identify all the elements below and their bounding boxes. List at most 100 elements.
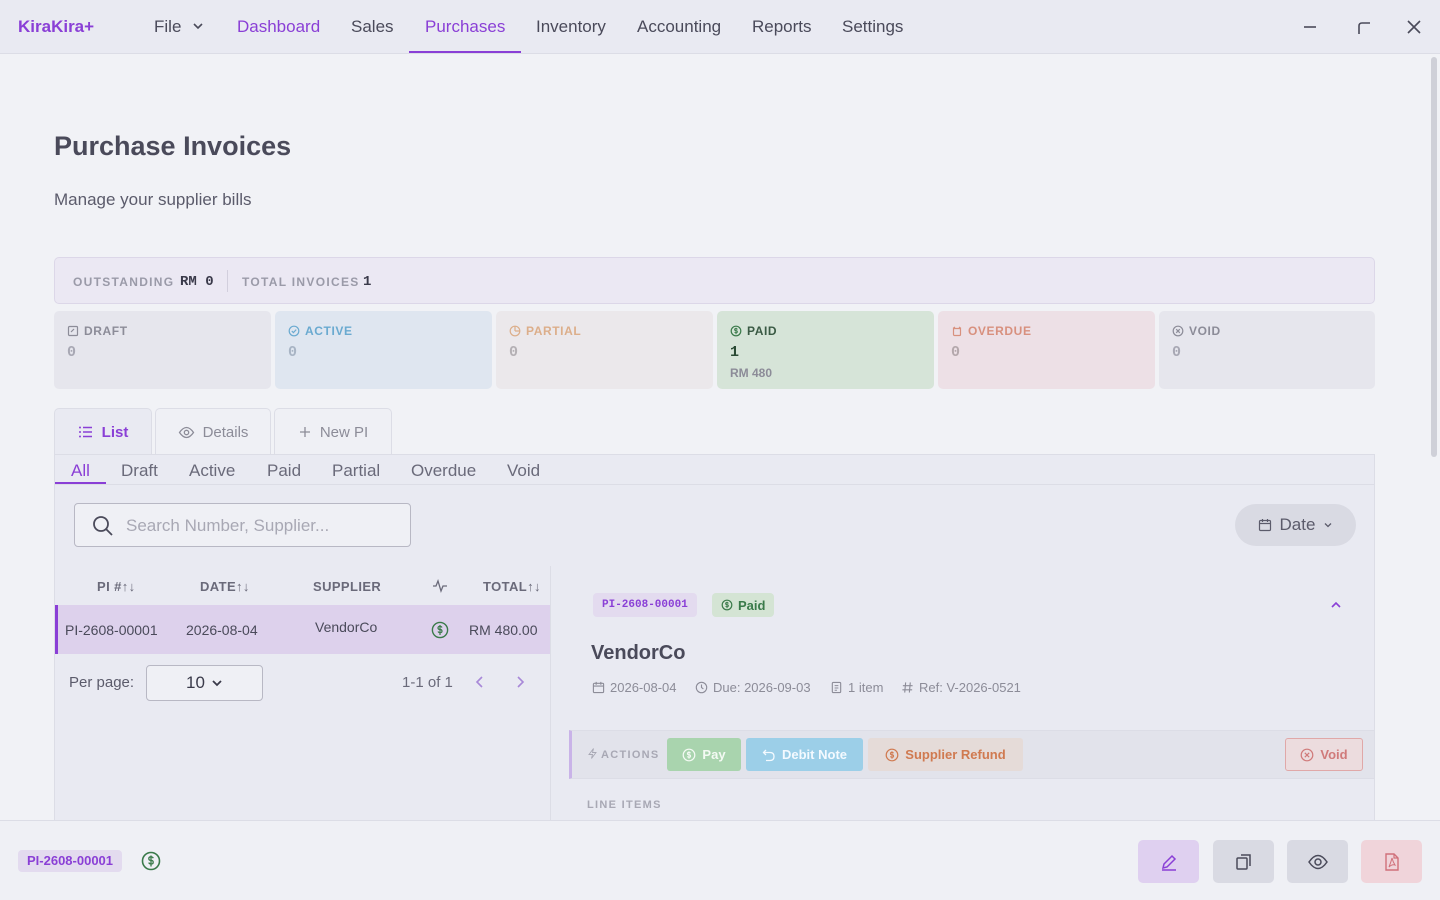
filter-tab-draft[interactable]: Draft [121,461,158,481]
clock-icon [695,681,708,694]
paid-amount: RM 480 [730,366,773,380]
pay-button-label: Pay [702,747,726,762]
tab-new-pi[interactable]: New PI [274,408,392,455]
page-scrollbar[interactable] [1431,57,1437,457]
file-menu[interactable]: File [154,17,204,37]
document-icon [831,681,842,694]
actions-label-text: ACTIONS [600,749,660,761]
chevron-left-icon[interactable] [473,674,487,690]
filter-tab-active[interactable]: Active [189,461,235,481]
per-page-label: Per page: [69,674,135,691]
supplier-refund-button[interactable]: Supplier Refund [868,738,1023,771]
duplicate-button[interactable] [1213,840,1274,883]
actions-label: ACTIONS [588,748,660,761]
filter-tab-overdue[interactable]: Overdue [411,461,476,481]
actions-bar: ACTIONS Pay Debit Note Supplier Refund V… [569,730,1374,779]
status-card-partial[interactable]: PARTIAL 0 [496,311,713,389]
status-card-active[interactable]: ACTIVE 0 [275,311,492,389]
active-label: ACTIVE [305,324,353,338]
dollar-circle-icon [141,851,161,871]
restore-icon[interactable] [1352,16,1374,38]
check-circle-icon [288,325,300,337]
draft-count: 0 [67,344,77,361]
column-header-total[interactable]: TOTAL↑↓ [483,579,541,594]
activity-icon [433,579,447,593]
detail-due: Due: 2026-09-03 [695,680,811,695]
detail-due-value: Due: 2026-09-03 [713,680,811,695]
hash-icon [902,682,913,693]
preview-button[interactable] [1287,840,1348,883]
column-header-pi[interactable]: PI #↑↓ [97,579,136,594]
minimize-icon[interactable] [1299,16,1321,38]
nav-inventory[interactable]: Inventory [536,17,606,37]
chevron-down-icon [1324,523,1332,528]
filter-row-divider [55,484,1374,485]
void-label: VOID [1189,324,1221,338]
total-invoices-value: 1 [363,274,372,290]
eye-icon [1307,854,1328,869]
nav-sales[interactable]: Sales [351,17,394,37]
void-label-wrap: VOID [1172,324,1221,338]
nav-reports[interactable]: Reports [752,17,812,37]
per-page-value: 10 [186,673,205,692]
nav-settings[interactable]: Settings [842,17,903,37]
status-card-overdue[interactable]: OVERDUE 0 [938,311,1155,389]
detail-ref-value: Ref: V-2026-0521 [919,680,1021,695]
tab-list[interactable]: List [54,408,152,455]
dollar-circle-icon [431,621,449,639]
date-filter-button[interactable]: Date [1235,504,1356,546]
summary-bar: OUTSTANDING RM 0 TOTAL INVOICES 1 [54,257,1375,304]
alarm-icon [952,326,962,337]
status-card-void[interactable]: VOID 0 [1159,311,1375,389]
filter-tab-void[interactable]: Void [507,461,540,481]
copy-icon [1235,853,1251,870]
draft-label: DRAFT [84,324,128,338]
detail-ref: Ref: V-2026-0521 [901,680,1021,695]
calendar-icon [592,681,605,694]
status-badge-label: Paid [738,597,766,613]
nav-accounting[interactable]: Accounting [637,17,721,37]
filter-tab-all[interactable]: All [71,461,90,481]
page-title: Purchase Invoices [54,131,292,161]
dollar-circle-icon [730,325,742,337]
row-pi-number: PI-2608-00001 [65,622,158,638]
edit-button[interactable] [1138,840,1199,883]
pay-button[interactable]: Pay [667,738,741,771]
row-total: RM 480.00 [469,622,538,638]
search-box[interactable]: Search Number, Supplier... [74,503,411,547]
top-nav-bar: KiraKira+ File Dashboard Sales Purchases… [0,0,1440,54]
column-header-date[interactable]: DATE↑↓ [200,579,250,594]
date-filter-label: Date [1279,515,1316,534]
table-row[interactable]: PI-2608-00001 2026-08-04 VendorCo RM 480… [55,605,550,654]
calendar-icon [1258,519,1271,532]
nav-purchases[interactable]: Purchases [425,17,505,37]
paid-label-wrap: PAID [730,324,777,338]
tab-details[interactable]: Details [155,408,271,455]
per-page-select[interactable]: 10 [146,665,263,701]
chevron-right-icon[interactable] [513,674,527,690]
chevron-up-icon[interactable] [1329,598,1343,612]
paid-label: PAID [747,324,778,338]
void-count: 0 [1172,344,1182,361]
eye-icon [178,426,194,438]
debit-note-button[interactable]: Debit Note [746,738,863,771]
active-nav-indicator [409,51,521,53]
export-pdf-button[interactable] [1361,840,1422,883]
nav-dashboard[interactable]: Dashboard [237,17,320,37]
search-input[interactable]: Search Number, Supplier... [126,516,329,536]
status-card-paid[interactable]: PAID 1 RM 480 [717,311,934,389]
void-button[interactable]: Void [1285,738,1363,771]
detail-items: 1 item [830,680,883,695]
filter-active-indicator [55,482,106,484]
document-edit-icon [67,325,79,337]
detail-supplier-name: VendorCo [591,642,686,664]
filter-tab-paid[interactable]: Paid [267,461,301,481]
x-circle-icon [1300,748,1314,761]
main-panel: All Draft Active Paid Partial Overdue Vo… [54,454,1375,821]
tab-details-label: Details [202,423,249,441]
pdf-file-icon [1384,852,1399,871]
status-card-draft[interactable]: DRAFT 0 [54,311,271,389]
filter-tab-partial[interactable]: Partial [332,461,380,481]
close-icon[interactable] [1403,16,1425,38]
summary-divider [227,270,228,292]
